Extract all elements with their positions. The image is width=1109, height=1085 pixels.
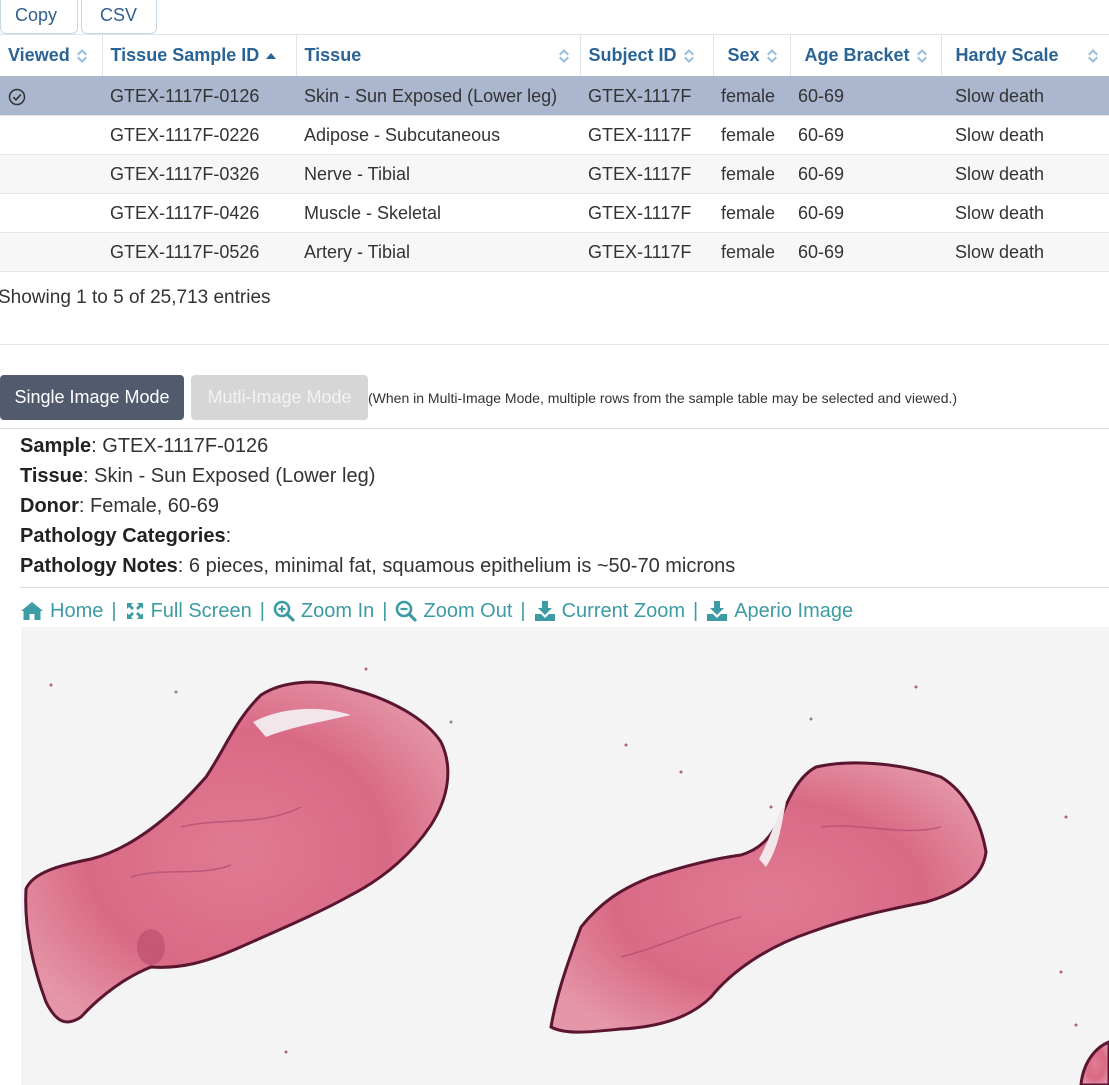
subject-id-cell: GTEX-1117F: [580, 232, 713, 272]
tissue-cell: Nerve - Tibial: [296, 154, 580, 194]
samples-table: Viewed Tissue Sample ID Tissue Subject I…: [0, 34, 1109, 272]
column-header-age-bracket[interactable]: Age Bracket: [790, 34, 942, 77]
zoom-out-link[interactable]: Zoom Out: [395, 600, 512, 623]
sex-cell: female: [713, 76, 790, 116]
sex-cell: female: [713, 193, 790, 233]
column-header-tissue[interactable]: Tissue: [296, 34, 581, 77]
tissue-cell: Artery - Tibial: [296, 232, 580, 272]
column-header-sex[interactable]: Sex: [713, 34, 791, 77]
home-link[interactable]: Home: [20, 600, 103, 623]
sex-cell: female: [713, 154, 790, 194]
subject-id-cell: GTEX-1117F: [580, 115, 713, 155]
zoom-in-link[interactable]: Zoom In: [273, 600, 374, 623]
mode-toggle: Single Image Mode Mutli-Image Mode (When…: [0, 375, 957, 420]
viewed-cell: [0, 76, 102, 116]
check-circle-icon: [8, 88, 26, 105]
table-row[interactable]: GTEX-1117F-0126 Skin - Sun Exposed (Lowe…: [0, 76, 1109, 116]
sort-icon: [916, 48, 928, 64]
sort-asc-icon: [265, 51, 277, 61]
hardy-scale-cell: Slow death: [941, 76, 1109, 116]
copy-button[interactable]: Copy: [0, 0, 78, 34]
hardy-scale-cell: Slow death: [941, 115, 1109, 155]
viewed-cell: [0, 115, 102, 155]
sex-cell: female: [713, 115, 790, 155]
hardy-scale-cell: Slow death: [941, 154, 1109, 194]
sex-cell: female: [713, 232, 790, 272]
separator: |: [259, 599, 265, 622]
table-row[interactable]: GTEX-1117F-0326 Nerve - Tibial GTEX-1117…: [0, 154, 1109, 194]
divider: [20, 587, 1109, 588]
viewed-cell: [0, 232, 102, 272]
column-header-tissue-sample-id[interactable]: Tissue Sample ID: [102, 34, 297, 77]
table-row[interactable]: GTEX-1117F-0426 Muscle - Skeletal GTEX-1…: [0, 193, 1109, 233]
tissue-cell: Adipose - Subcutaneous: [296, 115, 580, 155]
sort-icon: [76, 48, 88, 64]
column-header-viewed[interactable]: Viewed: [0, 34, 103, 77]
multi-image-mode-button[interactable]: Mutli-Image Mode: [191, 375, 368, 420]
sort-icon: [558, 48, 570, 64]
separator: |: [692, 599, 699, 622]
subject-id-cell: GTEX-1117F: [580, 76, 713, 116]
sample-id-cell: GTEX-1117F-0126: [102, 76, 296, 116]
donor-line: Donor: Female, 60-69: [20, 495, 219, 517]
table-info: Showing 1 to 5 of 25,713 entries: [0, 287, 271, 308]
zoom-in-icon: [273, 600, 295, 622]
csv-button[interactable]: CSV: [81, 0, 157, 34]
column-header-subject-id[interactable]: Subject ID: [580, 34, 714, 77]
separator: |: [382, 599, 388, 622]
subject-id-cell: GTEX-1117F: [580, 193, 713, 233]
single-image-mode-button[interactable]: Single Image Mode: [0, 375, 184, 420]
tissue-line: Tissue: Skin - Sun Exposed (Lower leg): [20, 465, 376, 487]
age-bracket-cell: 60-69: [790, 154, 941, 194]
table-row[interactable]: GTEX-1117F-0226 Adipose - Subcutaneous G…: [0, 115, 1109, 155]
sample-id-cell: GTEX-1117F-0226: [102, 115, 296, 155]
samples-table-container: Viewed Tissue Sample ID Tissue Subject I…: [0, 34, 1109, 272]
age-bracket-cell: 60-69: [790, 76, 941, 116]
separator: |: [111, 599, 117, 622]
column-header-hardy-scale[interactable]: Hardy Scale: [941, 34, 1109, 77]
download-icon: [534, 601, 555, 621]
aperio-image-download-link[interactable]: Aperio Image: [706, 600, 853, 623]
expand-icon: [126, 603, 143, 619]
subject-id-cell: GTEX-1117F: [580, 154, 713, 194]
age-bracket-cell: 60-69: [790, 232, 941, 272]
zoom-out-icon: [396, 600, 418, 622]
current-zoom-download-link[interactable]: Current Zoom: [534, 600, 685, 623]
sample-id-cell: GTEX-1117F-0326: [102, 154, 296, 194]
viewed-cell: [0, 154, 102, 194]
sample-details: Sample: GTEX-1117F-0126 Tissue: Skin - S…: [20, 431, 735, 581]
sample-id-cell: GTEX-1117F-0426: [102, 193, 296, 233]
sort-icon: [766, 48, 778, 64]
viewed-cell: [0, 193, 102, 233]
separator: |: [520, 599, 526, 622]
age-bracket-cell: 60-69: [790, 193, 941, 233]
sort-icon: [1087, 48, 1099, 64]
table-row[interactable]: GTEX-1117F-0526 Artery - Tibial GTEX-111…: [0, 232, 1109, 272]
home-icon: [21, 602, 43, 620]
download-icon: [707, 601, 728, 621]
mode-note: (When in Multi-Image Mode, multiple rows…: [368, 389, 958, 406]
hardy-scale-cell: Slow death: [941, 193, 1109, 233]
viewer-toolbar: Home | Full Screen | Zoom In | Zoom Out …: [20, 596, 853, 626]
tissue-cell: Skin - Sun Exposed (Lower leg): [296, 76, 580, 116]
age-bracket-cell: 60-69: [790, 115, 941, 155]
slide-image-viewer[interactable]: [21, 627, 1109, 1085]
sample-id-cell: GTEX-1117F-0526: [102, 232, 296, 272]
export-buttons: Copy CSV: [0, 0, 157, 34]
sample-line: Sample: GTEX-1117F-0126: [20, 435, 269, 457]
pathology-categories-line: Pathology Categories:: [20, 525, 232, 547]
sort-icon: [683, 48, 695, 64]
divider: [0, 344, 1109, 345]
tissue-cell: Muscle - Skeletal: [296, 193, 580, 233]
full-screen-link[interactable]: Full Screen: [125, 600, 252, 623]
hardy-scale-cell: Slow death: [941, 232, 1109, 272]
tissue-slide-image: [21, 627, 1109, 1085]
pathology-notes-line: Pathology Notes: 6 pieces, minimal fat, …: [20, 555, 736, 577]
divider: [0, 428, 1109, 429]
table-header-row: Viewed Tissue Sample ID Tissue Subject I…: [0, 34, 1109, 77]
